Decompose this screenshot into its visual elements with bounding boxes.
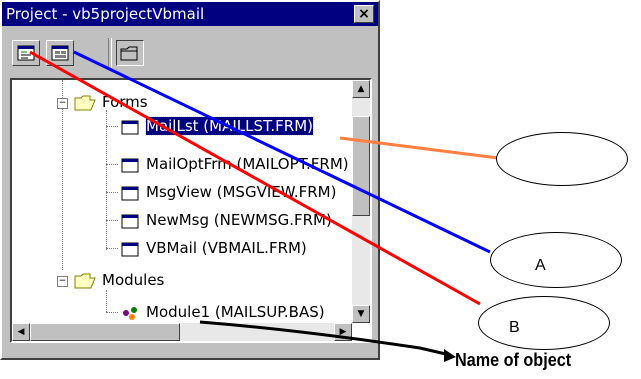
black-pointer-line bbox=[199, 320, 451, 357]
name-of-object-caption: Name of object bbox=[455, 350, 572, 370]
orange-pointer-line bbox=[339, 136, 499, 160]
red-pointer-line bbox=[29, 50, 481, 306]
callout-label-a: A bbox=[535, 257, 546, 274]
callout-ellipse-empty bbox=[496, 132, 628, 186]
blue-pointer-line bbox=[73, 50, 491, 254]
callout-label-b: B bbox=[509, 319, 520, 336]
callout-ellipse-b: B bbox=[478, 296, 610, 350]
callout-ellipse-a: A bbox=[490, 232, 622, 288]
